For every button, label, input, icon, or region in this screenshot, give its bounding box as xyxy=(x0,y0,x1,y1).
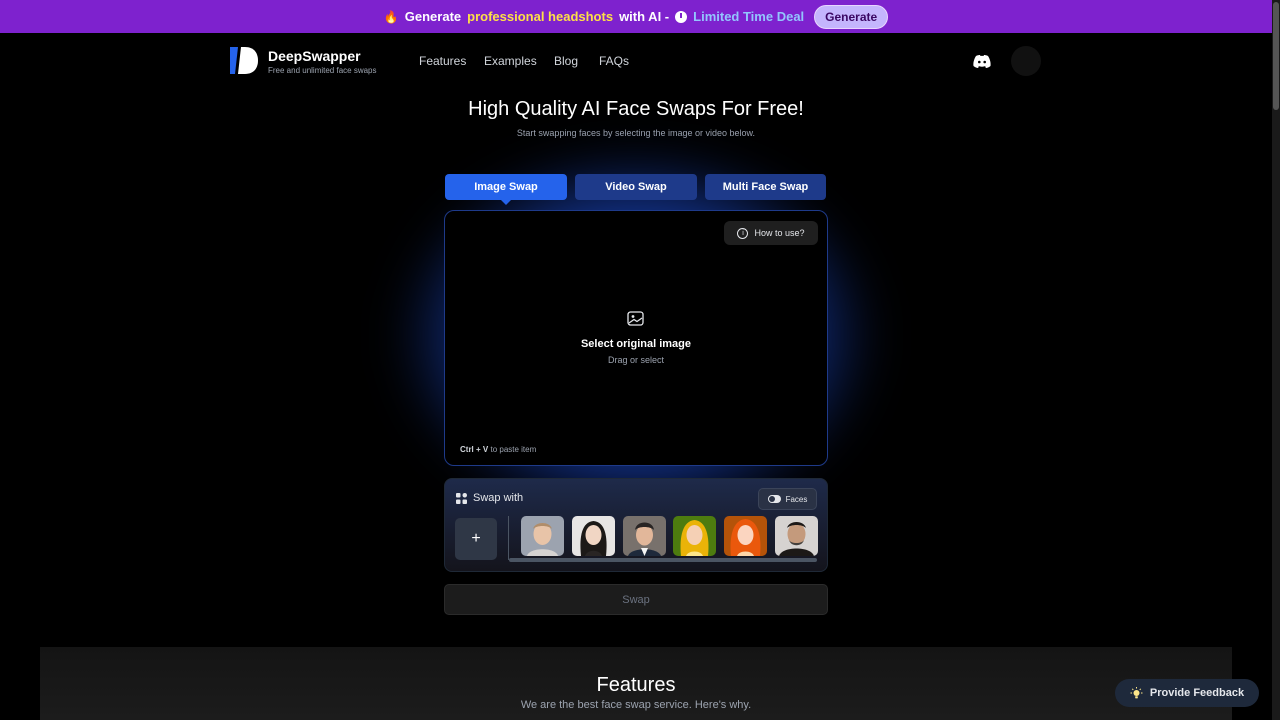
swap-button[interactable]: Swap xyxy=(444,584,828,615)
face-thumbnail-6[interactable] xyxy=(775,516,818,556)
info-icon: i xyxy=(737,227,749,239)
image-icon xyxy=(627,311,644,326)
promo-generate-button[interactable]: Generate xyxy=(814,4,889,29)
select-image-title: Select original image xyxy=(580,338,692,350)
grid-icon xyxy=(456,493,467,504)
promo-suffix: with AI - xyxy=(619,9,670,24)
faces-toggle[interactable]: Faces xyxy=(758,488,817,510)
paste-keys: Ctrl + V xyxy=(460,445,489,454)
active-tab-pointer xyxy=(501,200,511,205)
promo-banner: 🔥 Generate professional headshots with A… xyxy=(0,0,1272,33)
nav-examples[interactable]: Examples xyxy=(484,54,537,68)
swap-with-label: Swap with xyxy=(473,492,524,504)
faces-scrollbar[interactable] xyxy=(509,558,817,562)
select-image-subtitle: Drag or select xyxy=(607,355,665,365)
user-avatar[interactable] xyxy=(1011,46,1041,76)
logo-icon[interactable] xyxy=(230,47,258,74)
promo-prefix: Generate xyxy=(404,9,462,24)
toggle-icon xyxy=(767,495,781,503)
tab-multi-face-swap[interactable]: Multi Face Swap xyxy=(705,174,826,200)
promo-highlight: professional headshots xyxy=(467,9,614,24)
brand-name[interactable]: DeepSwapper xyxy=(268,48,361,64)
features-subtitle: We are the best face swap service. Here'… xyxy=(520,699,752,711)
brand-tagline: Free and unlimited face swaps xyxy=(268,66,377,75)
paste-text: to paste item xyxy=(490,445,537,454)
feedback-label: Provide Feedback xyxy=(1149,687,1245,699)
nav-faqs[interactable]: FAQs xyxy=(599,54,629,68)
nav-blog[interactable]: Blog xyxy=(554,54,578,68)
promo-deal: Limited Time Deal xyxy=(693,9,805,24)
hero-title: High Quality AI Face Swaps For Free! xyxy=(468,98,804,120)
page-scrollbar[interactable] xyxy=(1272,0,1280,720)
hero-subtitle: Start swapping faces by selecting the im… xyxy=(516,128,756,138)
lightbulb-icon xyxy=(1130,686,1143,698)
how-to-use-button[interactable]: i How to use? xyxy=(724,221,818,245)
how-to-use-label: How to use? xyxy=(754,228,805,238)
discord-icon[interactable] xyxy=(973,55,991,68)
add-face-button[interactable]: + xyxy=(455,518,497,560)
face-thumbnail-5[interactable] xyxy=(724,516,767,556)
faces-toggle-label: Faces xyxy=(785,494,808,504)
features-title: Features xyxy=(596,674,676,696)
clock-icon xyxy=(675,10,688,23)
face-thumbnail-1[interactable] xyxy=(521,516,564,556)
face-thumbnail-4[interactable] xyxy=(673,516,716,556)
faces-divider xyxy=(508,516,509,560)
provide-feedback-button[interactable]: Provide Feedback xyxy=(1115,679,1259,707)
tab-image-swap[interactable]: Image Swap xyxy=(445,174,567,200)
face-thumbnail-2[interactable] xyxy=(572,516,615,556)
fire-icon: 🔥 xyxy=(383,9,399,24)
face-thumbnail-3[interactable] xyxy=(623,516,666,556)
paste-hint: Ctrl + V to paste item xyxy=(460,445,536,454)
scrollbar-thumb[interactable] xyxy=(1273,2,1279,110)
tab-video-swap[interactable]: Video Swap xyxy=(575,174,697,200)
nav-features[interactable]: Features xyxy=(419,54,466,68)
